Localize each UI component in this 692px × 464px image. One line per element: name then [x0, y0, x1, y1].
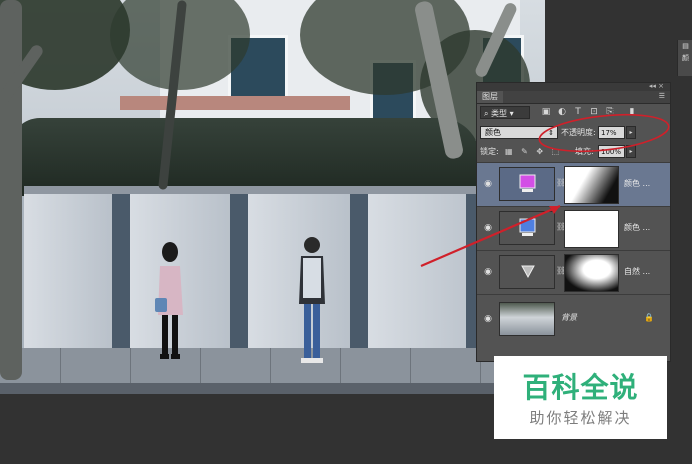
fill-label: 填充: [575, 147, 594, 156]
vibrance-triangle-icon [521, 265, 535, 279]
woman-figure [155, 242, 183, 359]
hedge [10, 118, 480, 196]
adjustment-thumbnail[interactable] [499, 167, 555, 201]
roof-edge [120, 96, 350, 110]
color-fill-icon [519, 174, 536, 192]
fill-dropdown-icon[interactable]: ▸ [626, 145, 636, 158]
pixel-filter-icon[interactable]: ▣ [541, 107, 551, 117]
collapsed-panel-strip[interactable]: ▤ 颜 [677, 40, 692, 76]
panel-strip-icon: ▤ [682, 42, 689, 50]
visibility-eye-icon[interactable]: ◉ [482, 178, 494, 190]
panel-titlebar[interactable]: ◂◂ × [477, 82, 670, 91]
filter-kind-select[interactable]: ⌕ 类型 ▾ [480, 106, 530, 119]
sidewalk [0, 348, 545, 386]
layer-row[interactable]: ◉ 背景 🔒 [477, 294, 670, 343]
filter-kind-label: 类型 [491, 109, 508, 118]
wall [24, 194, 484, 348]
layer-name[interactable]: 颜色 ... [624, 177, 650, 191]
adjustment-filter-icon[interactable]: ◐ [557, 107, 567, 117]
collapse-panel-icon[interactable]: ◂◂ × [649, 82, 664, 90]
fill-field[interactable]: 100% [598, 145, 625, 158]
watermark: 百科全说 助你轻松解决 [494, 356, 667, 439]
layer-name[interactable]: 背景 [561, 311, 577, 325]
layer-mask-thumbnail[interactable] [564, 210, 619, 248]
blend-mode-select[interactable]: 颜色 ⇕ [480, 126, 558, 139]
watermark-subtitle: 助你轻松解决 [529, 409, 632, 427]
panel-menu-icon[interactable]: ☰ [659, 92, 665, 100]
layer-row[interactable]: ◉ ⛓ 颜色 ... [477, 206, 670, 250]
wall-pillar [112, 194, 130, 348]
layer-mask-thumbnail[interactable] [564, 166, 619, 204]
opacity-label: 不透明度: [561, 128, 596, 137]
tab-layers[interactable]: 图层 [477, 91, 503, 103]
smart-object-filter-icon[interactable]: ⎘ [605, 107, 615, 117]
layer-name[interactable]: 颜色 ... [624, 221, 650, 235]
visibility-eye-icon[interactable]: ◉ [482, 266, 494, 278]
adjustment-thumbnail[interactable] [499, 211, 555, 245]
curb [0, 383, 545, 394]
watermark-title: 百科全说 [522, 371, 639, 404]
panel-strip-label: 颜 [682, 54, 689, 62]
lock-fill-row: 锁定: ▦ ✎ ✥ ⬚ 填充: 100% ▸ [477, 143, 670, 161]
layers-panel: ◂◂ × 图层 ☰ ⌕ 类型 ▾ ▣ ◐ T ⊡ ⎘ ▮ 颜色 ⇕ 不透明度: … [476, 82, 671, 362]
layer-row[interactable]: ◉ ⛓ 颜色 ... [477, 162, 670, 206]
layer-filter-row: ⌕ 类型 ▾ ▣ ◐ T ⊡ ⎘ ▮ [477, 103, 670, 123]
visibility-eye-icon[interactable]: ◉ [482, 313, 494, 325]
filter-toggle-icon[interactable]: ▮ [627, 107, 637, 117]
lock-icon: 🔒 [644, 313, 654, 322]
layer-name[interactable]: 自然 ... [624, 265, 650, 279]
type-filter-icon[interactable]: T [573, 107, 583, 117]
shape-filter-icon[interactable]: ⊡ [589, 107, 599, 117]
man-figure [299, 237, 325, 363]
opacity-dropdown-icon[interactable]: ▸ [626, 126, 636, 139]
background-thumbnail[interactable] [499, 302, 555, 336]
opacity-field[interactable]: 17% [598, 126, 625, 139]
document-canvas [0, 0, 545, 394]
adjustment-thumbnail[interactable] [499, 255, 555, 289]
wall-cap [24, 186, 484, 194]
layer-row[interactable]: ◉ ⛓ 自然 ... [477, 250, 670, 294]
wall-pillar [350, 194, 368, 348]
color-fill-icon [519, 218, 536, 236]
lock-label: 锁定: [480, 147, 499, 156]
lock-options-icon[interactable]: ▦ ✎ ✥ ⬚ [505, 145, 562, 158]
layer-mask-thumbnail[interactable] [564, 254, 619, 292]
tree-trunk [0, 0, 22, 380]
visibility-eye-icon[interactable]: ◉ [482, 222, 494, 234]
wall-pillar [230, 194, 248, 348]
blend-mode-value: 颜色 [485, 128, 501, 137]
chevron-down-icon: ⇕ [548, 129, 554, 137]
blend-opacity-row: 颜色 ⇕ 不透明度: 17% ▸ [477, 123, 670, 143]
